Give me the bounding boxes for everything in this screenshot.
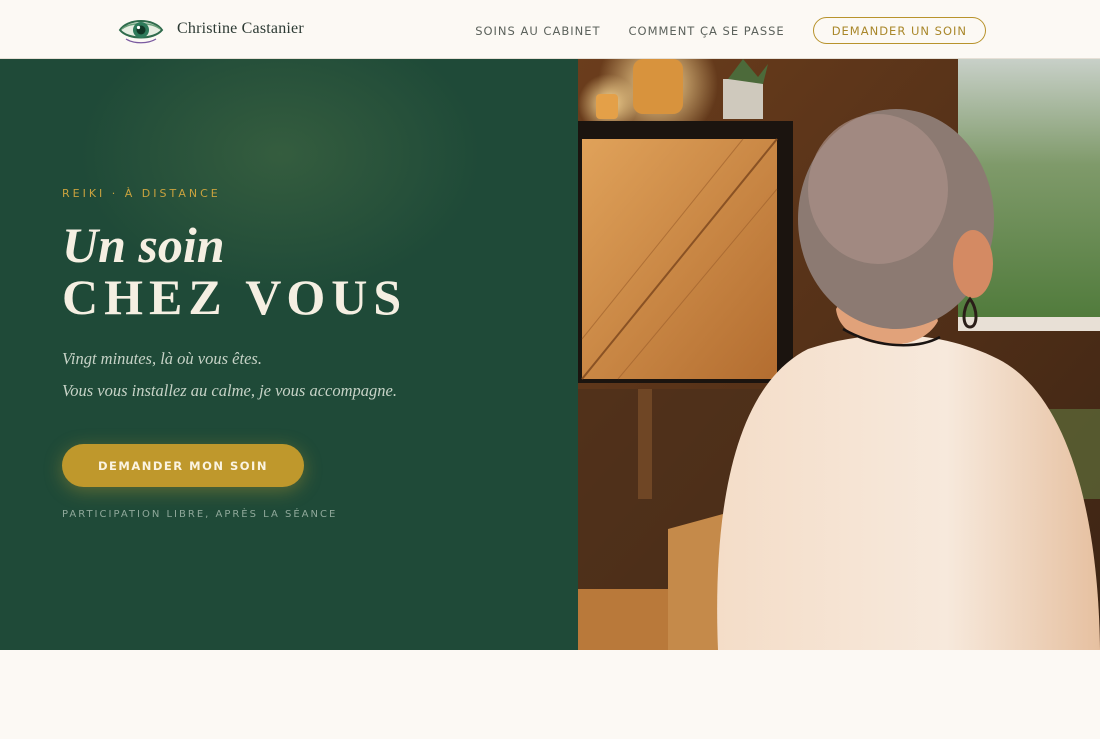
hero-eyebrow: REIKI · À DISTANCE xyxy=(62,187,221,200)
hero-panel: REIKI · À DISTANCE Un soin CHEZ VOUS Vin… xyxy=(0,59,578,650)
hero-title-line2: CHEZ VOUS xyxy=(62,269,408,325)
hero-subtitle-line2: Vous vous installez au calme, je vous ac… xyxy=(62,381,397,400)
nav-soins-au-cabinet[interactable]: SOINS AU CABINET xyxy=(475,24,600,38)
demander-mon-soin-button[interactable]: DEMANDER MON SOIN xyxy=(62,444,304,487)
brand-link[interactable]: Christine Castanier xyxy=(116,12,304,46)
main-nav: SOINS AU CABINET COMMENT ÇA SE PASSE DEM… xyxy=(475,17,986,44)
hero-subtitle-line1: Vingt minutes, là où vous êtes. xyxy=(62,349,262,368)
eye-logo-icon xyxy=(118,20,164,44)
hero-note: PARTICIPATION LIBRE, APRÈS LA SÉANCE xyxy=(62,509,338,520)
site-header: Christine Castanier SOINS AU CABINET COM… xyxy=(0,0,1100,59)
brand-name: Christine Castanier xyxy=(177,20,304,37)
nav-comment-ca-se-passe[interactable]: COMMENT ÇA SE PASSE xyxy=(629,24,785,38)
hero-title-line1: Un soin xyxy=(62,217,225,273)
hero-photo xyxy=(578,59,1100,650)
nav-demander-un-soin-button[interactable]: DEMANDER UN SOIN xyxy=(812,17,986,44)
